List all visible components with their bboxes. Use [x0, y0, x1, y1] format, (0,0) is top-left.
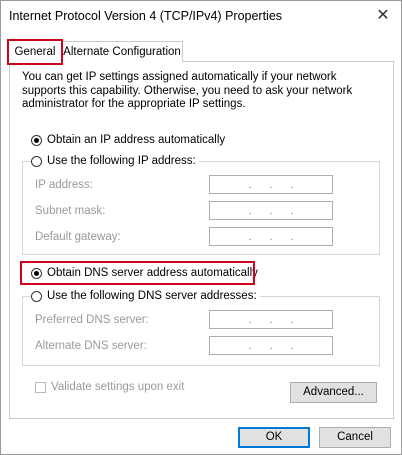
advanced-button[interactable]: Advanced... — [290, 382, 377, 403]
preferred-dns-label: Preferred DNS server: — [35, 314, 149, 326]
subnet-mask-input: ... — [209, 201, 333, 220]
preferred-dns-input: ... — [209, 310, 333, 329]
subnet-mask-label: Subnet mask: — [35, 205, 106, 217]
use-following-dns-radio[interactable] — [31, 290, 42, 302]
dns-auto-highlight-box — [20, 261, 255, 285]
ok-button[interactable]: OK — [238, 427, 310, 448]
use-following-ip-label: Use the following IP address: — [47, 155, 196, 167]
tab-general[interactable]: General — [7, 39, 63, 65]
use-following-dns-radio-row[interactable]: Use the following DNS server addresses: — [31, 288, 260, 304]
tab-alternate-configuration[interactable]: Alternate Configuration — [61, 41, 183, 62]
default-gateway-label: Default gateway: — [35, 231, 121, 243]
cancel-button[interactable]: Cancel — [319, 427, 391, 448]
ip-address-input: ... — [209, 175, 333, 194]
obtain-ip-auto-radio[interactable] — [31, 134, 42, 146]
obtain-ip-auto-radio-row[interactable]: Obtain an IP address automatically — [31, 132, 225, 148]
intro-text: You can get IP settings assigned automat… — [22, 71, 353, 110]
obtain-ip-auto-label: Obtain an IP address automatically — [47, 134, 226, 146]
alternate-dns-label: Alternate DNS server: — [35, 340, 147, 352]
alternate-dns-input: ... — [209, 336, 333, 355]
default-gateway-input: ... — [209, 227, 333, 246]
close-icon[interactable]: ✕ — [373, 6, 393, 26]
validate-settings-checkbox — [35, 381, 46, 393]
use-following-ip-radio-row[interactable]: Use the following IP address: — [31, 153, 199, 169]
dns-server-group — [22, 296, 380, 366]
ip-address-label: IP address: — [35, 179, 93, 191]
dialog-title: Internet Protocol Version 4 (TCP/IPv4) P… — [9, 9, 283, 23]
use-following-dns-label: Use the following DNS server addresses: — [47, 290, 257, 302]
validate-settings-label: Validate settings upon exit — [51, 381, 185, 393]
use-following-ip-radio[interactable] — [31, 155, 42, 167]
validate-settings-row: Validate settings upon exit — [35, 381, 184, 393]
